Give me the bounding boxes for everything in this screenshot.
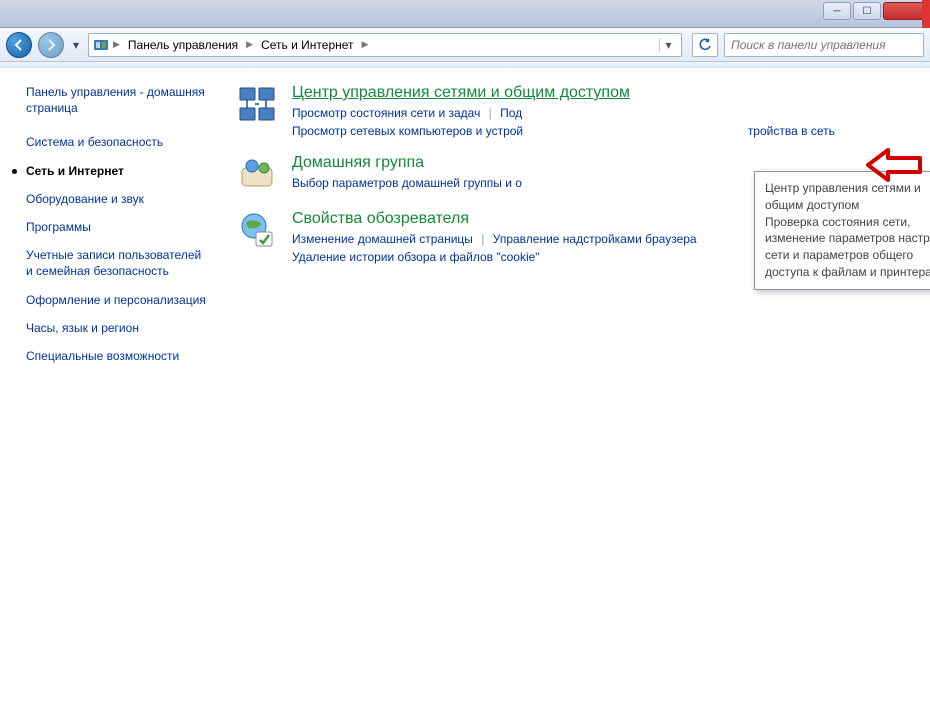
annotation-arrow [866, 148, 924, 182]
arrow-left-icon [12, 38, 26, 52]
category-network-sharing: Центр управления сетями и общим доступом… [236, 84, 920, 140]
link-connect-network-partial[interactable]: Под [500, 106, 522, 120]
search-box[interactable] [724, 33, 924, 57]
window-chrome: ─ ☐ [0, 0, 930, 28]
sidebar-item-appearance[interactable]: Оформление и персонализация [26, 292, 208, 308]
sidebar-item-ease-of-access[interactable]: Специальные возможности [26, 348, 208, 364]
red-arrow-left-icon [866, 148, 924, 182]
sidebar-item-programs[interactable]: Программы [26, 219, 208, 235]
category-network-sharing-title[interactable]: Центр управления сетями и общим доступом [292, 84, 835, 102]
internet-options-icon [236, 210, 278, 252]
breadcrumb-separator: ▶ [111, 39, 122, 50]
link-change-homepage[interactable]: Изменение домашней страницы [292, 232, 473, 246]
tooltip-body: Проверка состояния сети, изменение парам… [765, 214, 930, 281]
arrow-right-icon [44, 38, 58, 52]
sidebar-item-clock-language-region[interactable]: Часы, язык и регион [26, 320, 208, 336]
breadcrumb-dropdown[interactable]: ▾ [659, 38, 677, 52]
breadcrumb-network-internet[interactable]: Сеть и Интернет [257, 38, 357, 52]
link-divider: | [476, 232, 489, 246]
category-homegroup-title[interactable]: Домашняя группа [292, 154, 522, 172]
tooltip-title: Центр управления сетями и общим доступом [765, 180, 930, 214]
sidebar: Панель управления - домашняя страница Си… [0, 68, 222, 724]
navigation-bar: ▾ ▶ Панель управления ▶ Сеть и Интернет … [0, 28, 930, 62]
refresh-icon [698, 38, 712, 52]
sidebar-item-network-internet[interactable]: Сеть и Интернет [26, 163, 208, 179]
sidebar-item-system-security[interactable]: Система и безопасность [26, 134, 208, 150]
nav-history-dropdown[interactable]: ▾ [70, 32, 82, 58]
network-sharing-icon [236, 84, 278, 126]
control-panel-icon [93, 37, 109, 53]
breadcrumb-separator: ▶ [360, 39, 371, 50]
link-manage-addons[interactable]: Управление надстройками браузера [493, 232, 697, 246]
category-internet-options-title[interactable]: Свойства обозревателя [292, 210, 697, 228]
breadcrumb-separator: ▶ [244, 39, 255, 50]
sidebar-item-hardware-sound[interactable]: Оборудование и звук [26, 191, 208, 207]
breadcrumb-bar[interactable]: ▶ Панель управления ▶ Сеть и Интернет ▶ … [88, 33, 682, 57]
main-panel: Центр управления сетями и общим доступом… [222, 68, 930, 724]
link-view-network-status[interactable]: Просмотр состояния сети и задач [292, 106, 480, 120]
sidebar-home-link[interactable]: Панель управления - домашняя страница [26, 84, 208, 116]
link-homegroup-options-partial[interactable]: Выбор параметров домашней группы и о [292, 176, 522, 190]
link-add-device-partial[interactable]: тройства в сеть [748, 124, 835, 138]
sidebar-item-user-accounts[interactable]: Учетные записи пользователей и семейная … [26, 247, 208, 279]
link-delete-history-cookies[interactable]: Удаление истории обзора и файлов "cookie… [292, 250, 540, 264]
breadcrumb-control-panel[interactable]: Панель управления [124, 38, 242, 52]
maximize-button[interactable]: ☐ [853, 2, 881, 20]
search-input[interactable] [731, 38, 917, 52]
link-divider: | [484, 106, 497, 120]
minimize-button[interactable]: ─ [823, 2, 851, 20]
close-bar-decoration [922, 0, 930, 28]
refresh-button[interactable] [692, 33, 718, 57]
tooltip-network-sharing: Центр управления сетями и общим доступом… [754, 171, 930, 290]
link-view-network-computers-partial[interactable]: Просмотр сетевых компьютеров и устрой [292, 124, 523, 138]
homegroup-icon [236, 154, 278, 196]
back-button[interactable] [6, 32, 32, 58]
forward-button[interactable] [38, 32, 64, 58]
